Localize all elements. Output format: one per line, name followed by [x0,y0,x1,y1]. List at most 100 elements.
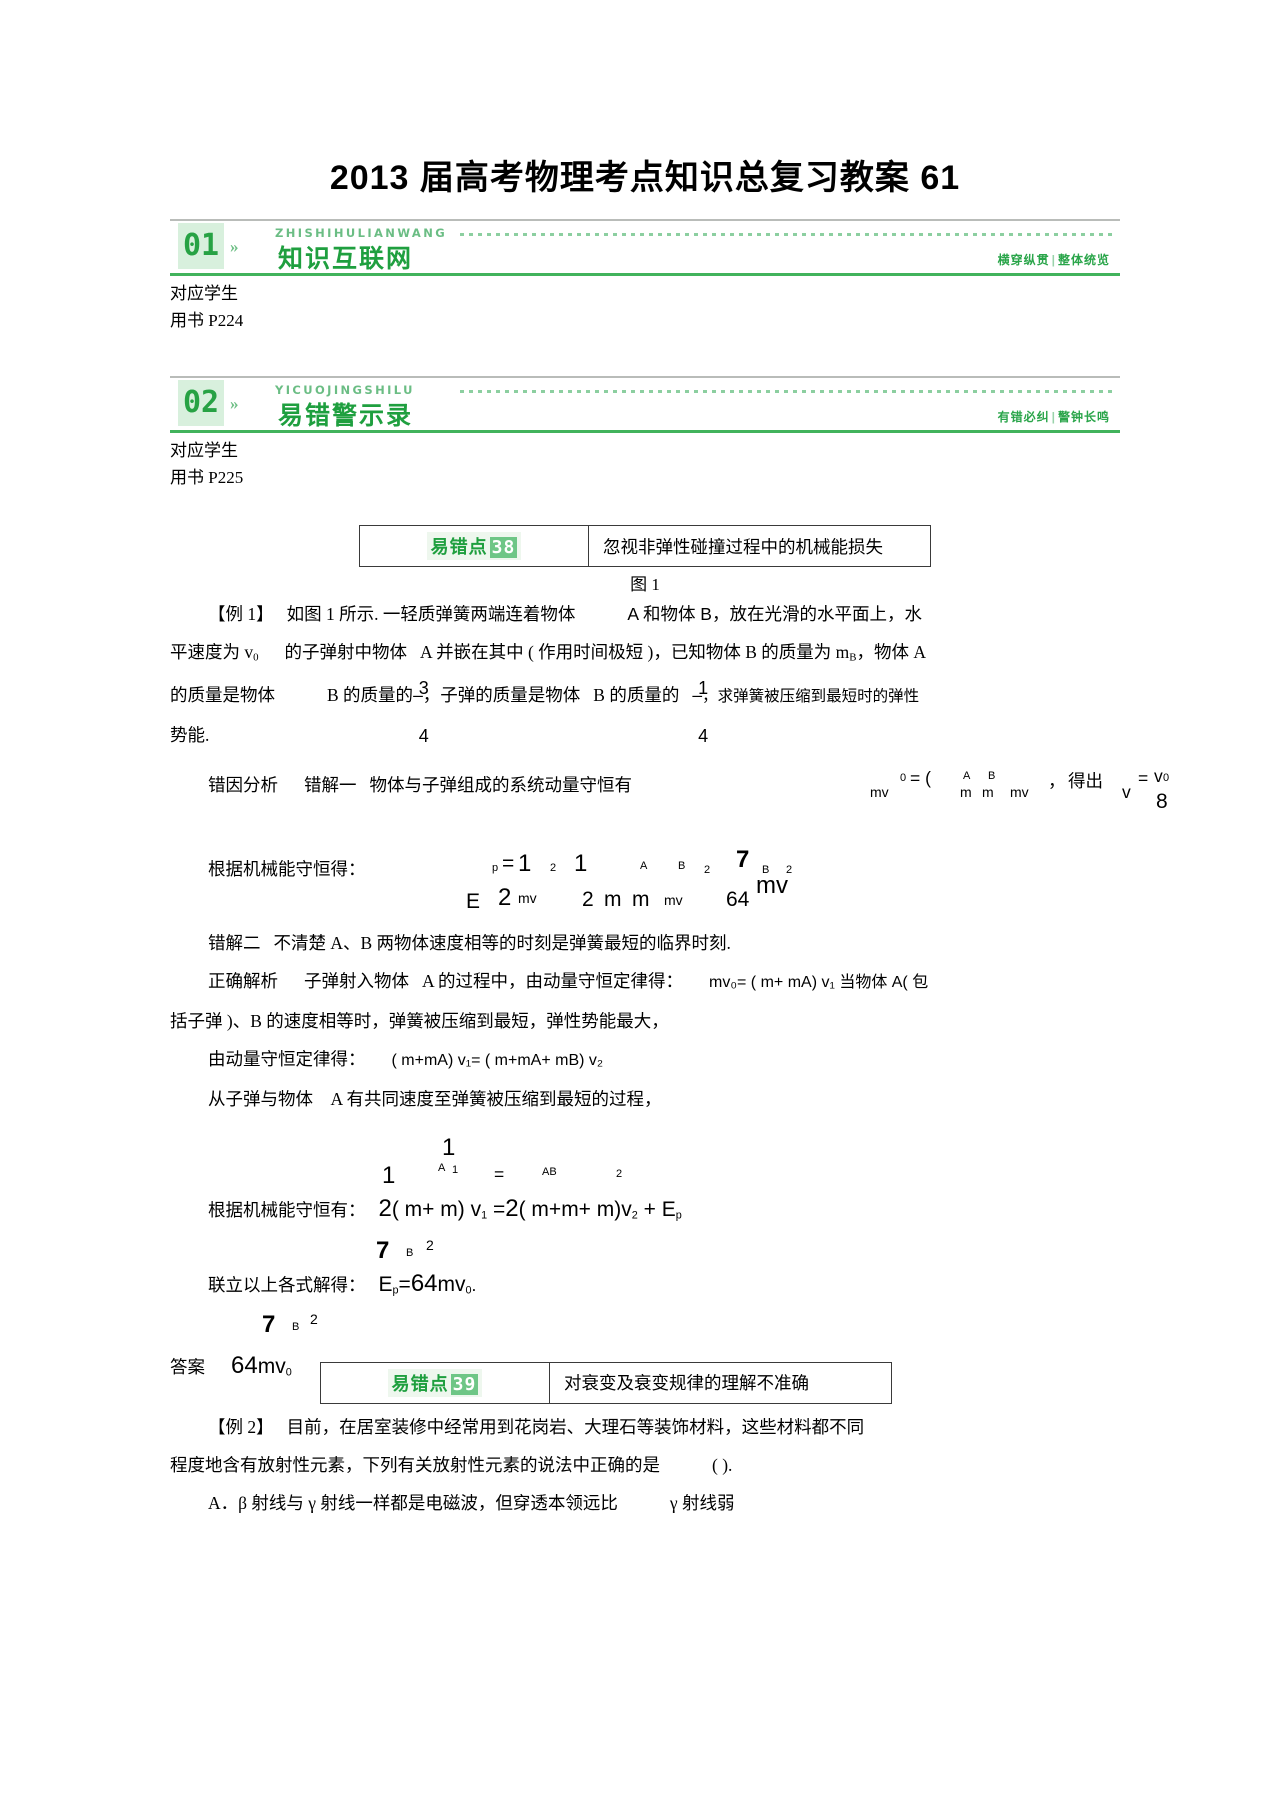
eq1-mv2: mv [1010,784,1029,801]
eq3-Ep-sub: p [675,1209,682,1222]
example1-line1a: 如图 1 所示. 一轻质弹簧两端连着物体 [286,604,576,624]
eq1-m2: m [982,784,994,801]
example2-paragraph-line1: 【例 2】 目前，在居室装修中经常用到花岗岩、大理石等装饰材料，这些材料都不同 [170,1408,1120,1446]
ref-line1-02: 对应学生 [170,441,238,460]
momentum-conservation-paragraph: 由动量守恒定律得： ( m+mA) v₁= ( m+mA+ mB) v₂ [170,1040,1120,1080]
motto-right-01: 整体统览 [1057,253,1110,267]
eq2-m-b: m [604,888,622,912]
correct-analysis-label: 正确解析 [208,971,278,992]
eq4-numer-7: 7 [376,1236,390,1264]
eq2-numer-7: 7 [736,846,750,874]
eq3-numer-1-a: 1 [382,1162,396,1190]
eq1-denominator-8: 8 [1156,790,1168,814]
fraction-denominator: 4 [698,726,709,747]
motto-right-02: 警钟长鸣 [1057,410,1110,424]
energy-conservation-equation: p = 1 2 1 A B 2 7 B 2 E 2 mv 2 m m mv 64… [170,846,1120,926]
example1-label: 【例 1】 [208,604,274,624]
eq4-mv: mv [437,1272,466,1296]
example1-line3c: ，子弹的质量是物体 [422,685,581,706]
eq2-m-c: m [632,888,650,912]
section-banner-02: 02 » YICUOJINGSHILU 易错警示录 有错必纠 | 警钟长鸣 [170,376,1120,433]
example1-line3d: B 的质量的 [593,685,680,706]
eq3-denom-2a: 2 [378,1195,392,1223]
motto-separator-01: | [1051,253,1056,267]
answer-equation-floaters: 7 B 2 [170,1309,1120,1343]
section-motto-02: 有错必纠 | 警钟长鸣 [998,408,1110,425]
fraction-numerator: 3 [418,678,429,699]
table-row: 易错点 38 忽视非弹性碰撞过程中的机械能损失 [359,525,931,567]
error-point-tag-label-38: 易错点 [430,537,488,557]
energy-conservation-2-paragraph: 根据机械能守恒有： 2( m+ m) v1 =2( m+m+ m)v2 + Ep [208,1195,682,1223]
eq3-sub1: 1 [452,1164,459,1177]
page-content: 2013 届高考物理考点知识总复习教案 61 01 » ZHISHIHULIAN… [170,0,1169,1522]
eq3-subA: A [438,1162,446,1175]
example1-m-subscript: B [849,651,857,664]
example1-paragraph-line2: 平速度为 v0 的子弹射中物体 A 并嵌在其中 ( 作用时间极短 )，已知物体 B … [170,633,1120,676]
section-pinyin-02: YICUOJINGSHILU [275,383,415,397]
banner-dotted-rule-01 [460,233,1112,236]
eq3-equals: = [494,1164,505,1185]
motto-left-02: 有错必纠 [997,410,1050,424]
eq1-m1: m [960,784,972,801]
document-page: 2013 届高考物理考点知识总复习教案 61 01 » ZHISHIHULIAN… [0,0,1274,1804]
eq1-equals: = [1138,768,1149,789]
section-number-01: 01 [178,223,224,269]
eq1-equals-open: = ( [910,768,931,789]
eq2-mA: A [640,860,648,873]
example1-paragraph-line1: 【例 1】 如图 1 所示. 一轻质弹簧两端连着物体 A 和物体 B，放在光滑的水平… [170,595,1120,633]
example1-line3a: 的质量是物体 [170,685,275,706]
section-banner-01: 01 » ZHISHIHULIANWANG 知识互联网 横穿纵贯 | 整体统览 [170,219,1120,276]
eq1-mv-subscript: 0 [900,772,907,785]
eq2-mv-b: mv [664,892,683,909]
correct-line2-paragraph: 括子弹 )、B 的速度相等时，弹簧被压缩到最短，弹性势能最大， [170,1011,669,1032]
solve-paragraph: 联立以上各式解得： Ep=64mv0. [170,1265,1120,1309]
example2-paragraph-line2: 程度地含有放射性元素，下列有关放射性元素的说法中正确的是 ( ). [170,1446,1120,1484]
eq2-denom-2a: 2 [498,884,512,912]
wrong-solution-2-label: 错解二 [208,933,261,954]
correct-line1-equation: mv₀= ( m+ mA) v₁ 当物体 A( 包 [709,974,929,992]
eq2-mB: B [678,860,686,873]
eq2-E-subscript: p [492,862,499,875]
ans-mB: B [292,1321,300,1334]
ans-mv: mv [257,1355,286,1379]
example1-paragraph-line4: 势能. [170,725,210,746]
ref-line2-01: 用书 P224 [170,311,244,330]
eq1-m1-subscript: A [963,770,971,783]
wrong-solution-1-equation: mv 0 = ( m A m B mv ， 得出 v = v 0 8 [170,764,1169,816]
fraction-numerator: 1 [698,678,709,699]
wrong-solution-2-text: 不清楚 A、B 两物体速度相等的时刻是弹簧最短的临界时刻. [273,933,731,954]
correct-analysis-paragraph: 正确解析 子弹射入物体 A 的过程中，由动量守恒定律得： mv₀= ( m+ mA) … [170,962,1120,1002]
eq2-numer-1b: 1 [574,850,588,878]
eq1-mv: mv [870,784,889,801]
eq2-denom-2b: 2 [582,888,594,912]
example1-line2c: A 并嵌在其中 ( 作用时间极短 )，已知物体 B 的质量为 m [420,642,850,662]
eq2-sub-2a: 2 [550,862,557,875]
eq2-mv-a: mv [518,890,537,907]
eq2-sub-2b: 2 [704,864,711,877]
eq3-subAB: AB [542,1166,557,1179]
energy-conservation-2-label: 根据机械能守恒有： [208,1200,366,1221]
ans-sup-2: 2 [310,1311,318,1328]
answer-label: 答案 [170,1357,205,1378]
eq1-deduce-label: 得出 [1068,771,1103,792]
error-point-badge-38: 易错点 38 [426,532,522,560]
section-motto-01: 横穿纵贯 | 整体统览 [998,251,1110,268]
page-title: 2013 届高考物理考点知识总复习教案 61 [329,159,961,197]
ref-line1-01: 对应学生 [170,284,238,303]
eq2-equals: = [502,852,515,876]
eq3-open2: ( m+m+ m) [518,1198,622,1222]
example2-option-a: A．β 射线与 γ 射线一样都是电磁波，但穿透本领远比 γ 射线弱 [170,1484,1120,1522]
wrong-solution-2-paragraph: 错解二 不清楚 A、B 两物体速度相等的时刻是弹簧最短的临界时刻. [170,924,1120,962]
section-number-02: 02 [178,380,224,426]
solve-equation-floaters: 7 B 2 [170,1235,1120,1269]
motto-separator-02: | [1051,410,1056,424]
eq4-E: E [378,1272,393,1296]
error-point-box-38: 易错点 38 忽视非弹性碰撞过程中的机械能损失 [359,525,931,567]
eq2-numer-1a: 1 [518,850,532,878]
example1-line3e: ，求弹簧被压缩到最短时的弹性 [702,688,920,706]
chevron-right-icon-02: » [230,394,239,413]
figure-caption-1: 图 1 [630,575,660,594]
eq1-comma: ， [1048,771,1066,792]
fraction-denominator: 4 [418,726,429,747]
example1-v-subscript: 0 [253,651,259,664]
